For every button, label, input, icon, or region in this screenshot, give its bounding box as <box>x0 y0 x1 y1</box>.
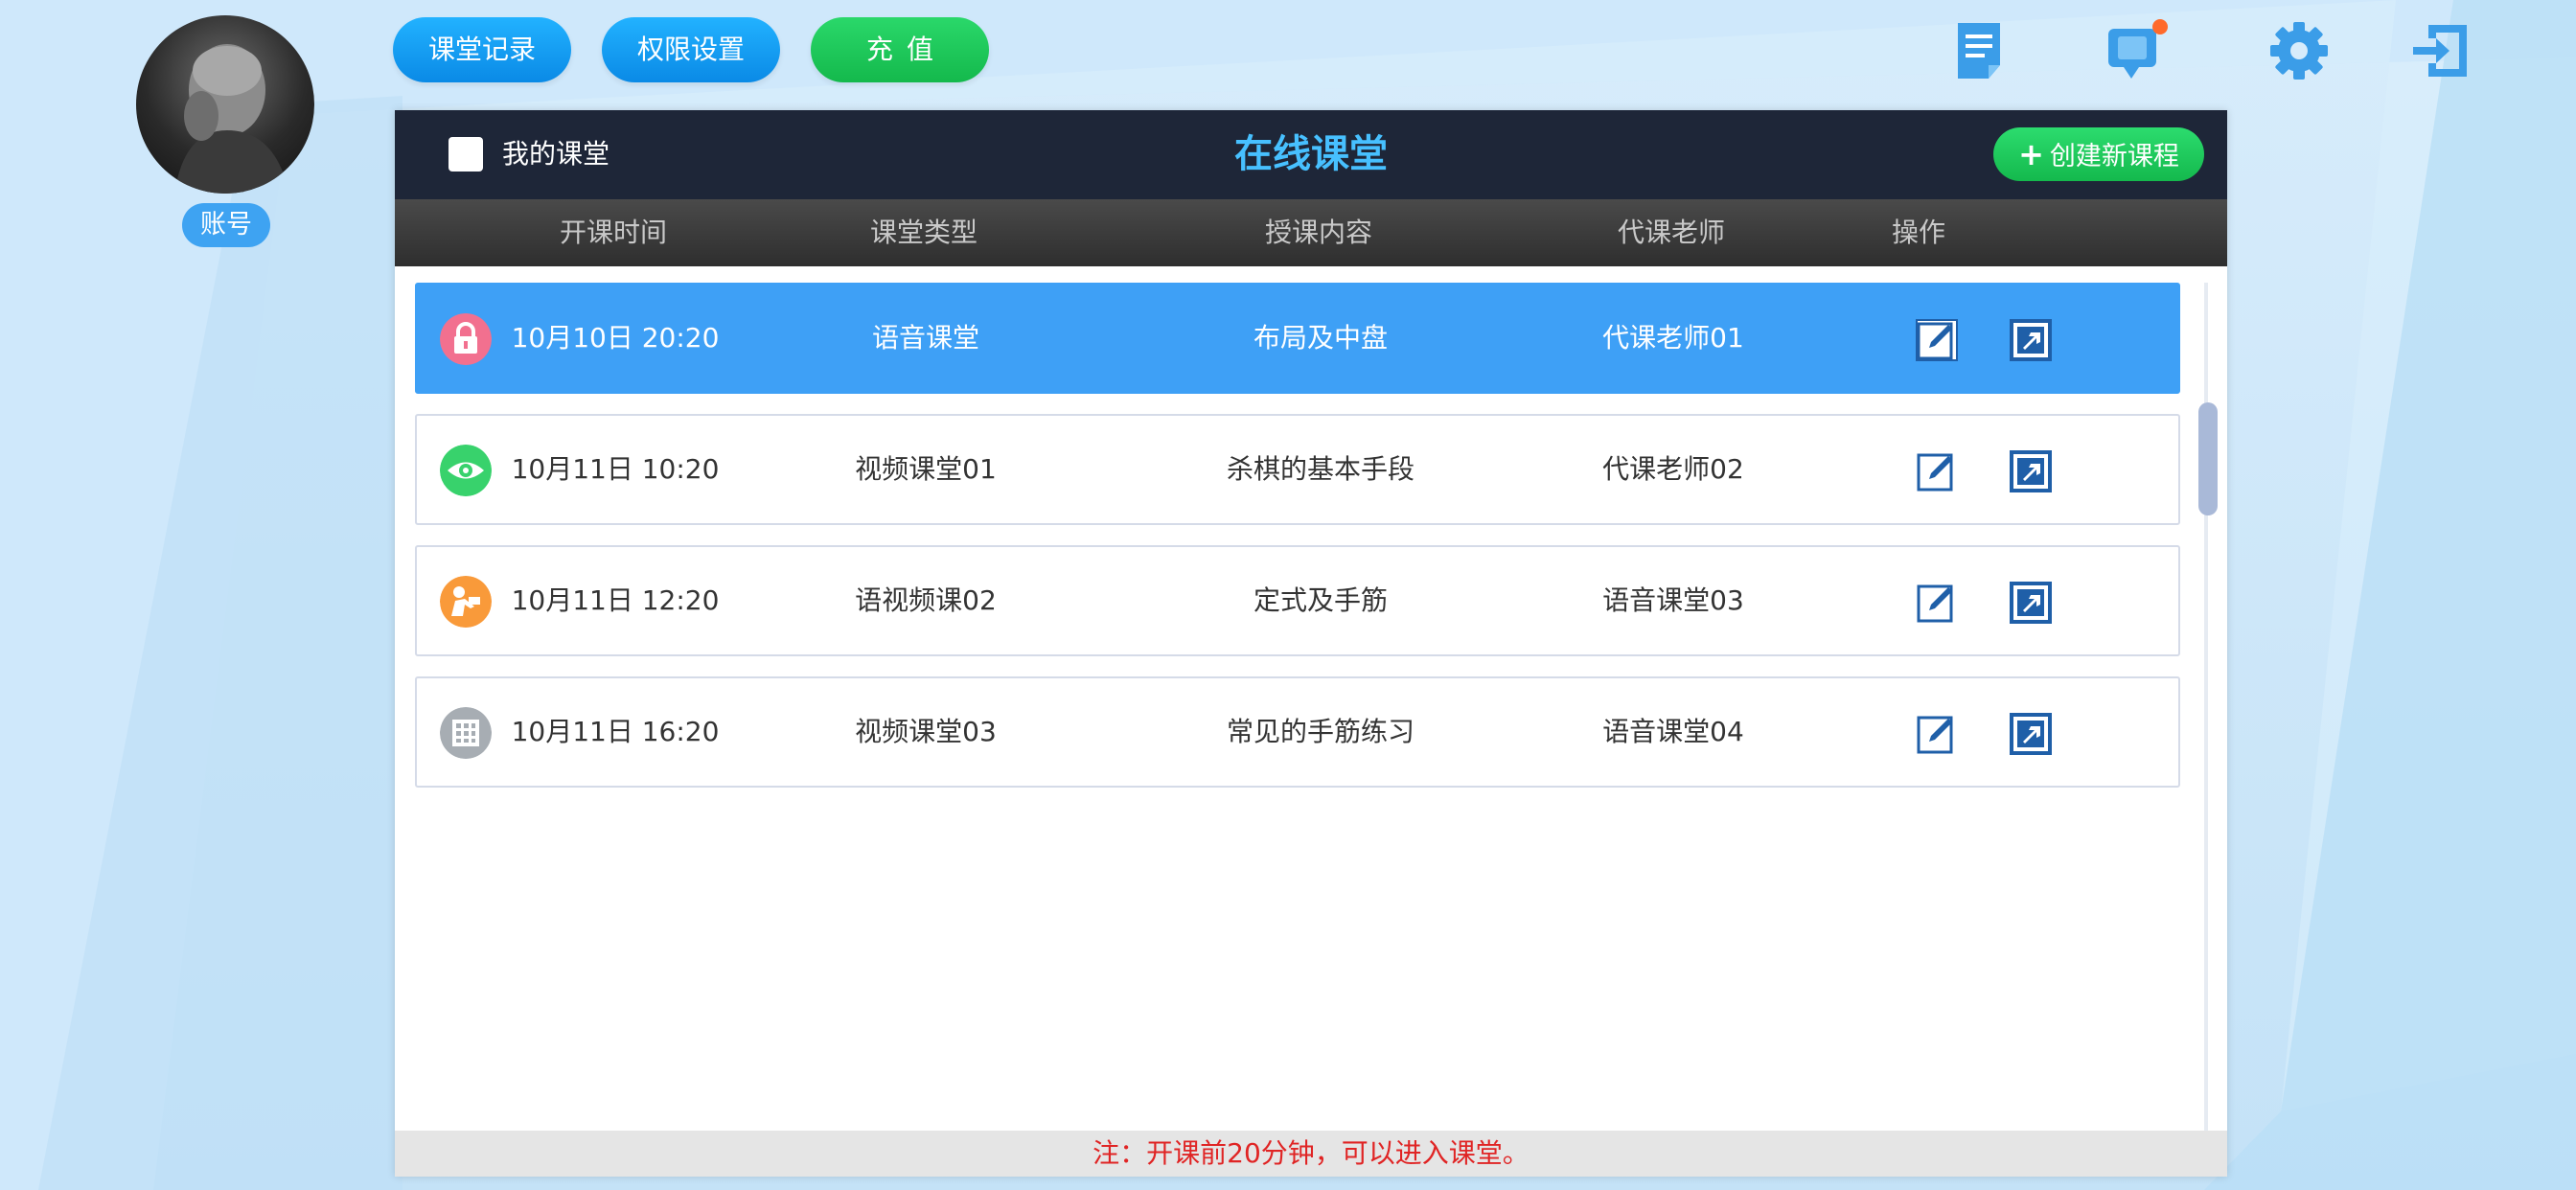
row-content: 杀棋的基本手段 <box>1226 453 1415 485</box>
lock-icon <box>440 313 492 365</box>
notes-icon[interactable] <box>1950 19 2013 82</box>
board-icon <box>440 707 492 759</box>
edit-icon[interactable] <box>1916 450 1958 492</box>
message-icon[interactable] <box>2106 19 2170 82</box>
permission-settings-button[interactable]: 权限设置 <box>602 17 780 82</box>
panel-header: 我的课堂 在线课堂 + 创建新课程 <box>395 110 2227 199</box>
table-row[interactable]: 10月10日 20:20 语音课堂 布局及中盘 代课老师01 <box>415 283 2180 394</box>
row-type: 语视频课02 <box>855 584 997 616</box>
row-type: 语音课堂 <box>871 322 980 354</box>
row-content: 常见的手筋练习 <box>1226 716 1415 747</box>
recharge-button[interactable]: 充值 <box>811 17 989 82</box>
row-time: 10月10日 20:20 <box>511 322 720 354</box>
enter-class-icon[interactable] <box>2010 582 2052 624</box>
column-header-actions: 操作 <box>1891 217 1946 248</box>
table-row[interactable]: 10月11日 16:20 视频课堂03 常见的手筋练习 语音课堂04 <box>415 676 2180 788</box>
eye-icon <box>440 445 492 496</box>
table-row[interactable]: 10月11日 10:20 视频课堂01 杀棋的基本手段 代课老师02 <box>415 414 2180 525</box>
create-course-button[interactable]: + 创建新课程 <box>1993 127 2204 181</box>
table-row[interactable]: 10月11日 12:20 语视频课02 定式及手筋 语音课堂03 <box>415 545 2180 656</box>
row-teacher: 代课老师01 <box>1602 322 1744 354</box>
table-header: 开课时间 课堂类型 授课内容 代课老师 操作 <box>395 199 2227 266</box>
logout-icon[interactable] <box>2409 19 2472 82</box>
edit-icon[interactable] <box>1916 319 1958 361</box>
column-header-teacher: 代课老师 <box>1617 217 1726 248</box>
scrollbar-thumb[interactable] <box>2198 402 2218 515</box>
create-course-label: 创建新课程 <box>2049 142 2179 172</box>
column-header-content: 授课内容 <box>1264 217 1373 248</box>
avatar[interactable] <box>136 15 314 194</box>
account-badge[interactable]: 账号 <box>182 203 270 247</box>
enter-class-icon[interactable] <box>2010 319 2052 361</box>
row-type: 视频课堂03 <box>855 716 997 747</box>
row-content: 布局及中盘 <box>1253 322 1389 354</box>
edit-icon[interactable] <box>1916 582 1958 624</box>
settings-icon[interactable] <box>2267 19 2331 82</box>
class-record-button[interactable]: 课堂记录 <box>393 17 571 82</box>
online-class-panel: 我的课堂 在线课堂 + 创建新课程 开课时间 课堂类型 授课内容 代课老师 操作 … <box>395 110 2227 1177</box>
row-time: 10月11日 12:20 <box>511 584 720 616</box>
edit-icon[interactable] <box>1916 713 1958 755</box>
class-entry-note: 注：开课前20分钟，可以进入课堂。 <box>395 1131 2227 1177</box>
plus-icon: + <box>2018 136 2044 172</box>
row-teacher: 语音课堂04 <box>1602 716 1744 747</box>
row-time: 10月11日 16:20 <box>511 716 720 747</box>
avatar-image <box>174 44 289 194</box>
row-type: 视频课堂01 <box>855 453 997 485</box>
column-header-type: 课堂类型 <box>869 217 978 248</box>
row-content: 定式及手筋 <box>1253 584 1389 616</box>
enter-class-icon[interactable] <box>2010 450 2052 492</box>
row-time: 10月11日 10:20 <box>511 453 720 485</box>
row-teacher: 语音课堂03 <box>1602 584 1744 616</box>
column-header-time: 开课时间 <box>559 217 668 248</box>
row-teacher: 代课老师02 <box>1602 453 1744 485</box>
enter-class-icon[interactable] <box>2010 713 2052 755</box>
person-icon <box>440 576 492 628</box>
panel-title: 在线课堂 <box>1234 132 1388 176</box>
